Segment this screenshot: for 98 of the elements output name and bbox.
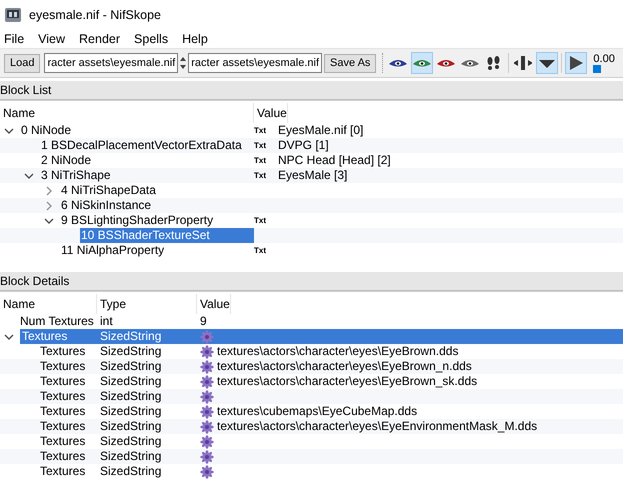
field-name: Textures bbox=[40, 344, 86, 359]
column-header[interactable]: Name bbox=[0, 294, 97, 314]
block-name[interactable]: 6 NiSkinInstance bbox=[60, 198, 154, 213]
block-name[interactable]: 11 NiAlphaProperty bbox=[60, 243, 168, 258]
field-value: textures\actors\character\eyes\EyeBrown_n.dds bbox=[217, 359, 472, 374]
field-value: textures\actors\character\eyes\EyeBrown_sk.dds bbox=[217, 374, 478, 389]
window-title: eyesmale.nif - NifSkope bbox=[29, 8, 162, 22]
chevron-down-icon[interactable] bbox=[4, 126, 14, 136]
menu-item[interactable]: Help bbox=[177, 32, 217, 46]
file-path-field[interactable]: racter assets\eyesmale.nif bbox=[188, 53, 322, 73]
column-header[interactable]: Value bbox=[197, 294, 231, 314]
field-type: SizedString bbox=[100, 344, 162, 358]
field-value: textures\actors\character\eyes\EyeEnvironmentMask_M.dds bbox=[217, 419, 538, 434]
slider-handle[interactable] bbox=[593, 65, 602, 73]
menu-item[interactable]: File bbox=[0, 32, 34, 46]
detail-row[interactable]: Textures SizedString bbox=[0, 449, 623, 464]
block-name[interactable]: 9 BSLightingShaderProperty bbox=[60, 213, 216, 228]
spin-arrows-icon[interactable] bbox=[180, 56, 186, 70]
detail-row[interactable]: Textures SizedString bbox=[0, 389, 623, 404]
flower-icon bbox=[200, 344, 214, 358]
field-type: SizedString bbox=[100, 359, 162, 373]
flower-icon bbox=[200, 404, 214, 418]
column-header[interactable]: Type bbox=[97, 294, 197, 314]
field-value: 9 bbox=[200, 314, 207, 329]
detail-row[interactable]: Textures SizedString textures\actors\character\eyes\EyeBrown_n.dds bbox=[0, 359, 623, 374]
chevron-down-icon[interactable] bbox=[4, 332, 14, 342]
panel-title: Block List bbox=[0, 83, 52, 97]
field-name: Textures bbox=[40, 359, 86, 374]
txt-tag: Txt bbox=[254, 123, 274, 138]
field-type: SizedString bbox=[100, 329, 162, 343]
block-value: DVPG [1] bbox=[278, 138, 329, 153]
field-name: Num Textures bbox=[20, 314, 94, 329]
time-value: 0.00 bbox=[593, 53, 615, 65]
detail-row[interactable]: Textures SizedString textures\actors\character\eyes\EyeBrown.dds bbox=[0, 344, 623, 359]
detail-row[interactable]: Textures SizedString bbox=[0, 434, 623, 449]
flower-icon bbox=[200, 434, 214, 448]
field-type: SizedString bbox=[100, 404, 162, 418]
menu-item[interactable]: Spells bbox=[129, 32, 178, 46]
block-name[interactable]: 10 BSShaderTextureSet bbox=[80, 228, 254, 243]
flower-icon bbox=[200, 464, 214, 478]
chevron-right-icon[interactable] bbox=[44, 200, 54, 210]
field-name: Textures bbox=[40, 449, 86, 464]
flower-icon bbox=[200, 390, 214, 404]
play-icon bbox=[567, 55, 586, 71]
app-icon bbox=[4, 6, 22, 24]
flower-icon bbox=[200, 374, 214, 388]
toolbar-button[interactable] bbox=[536, 52, 558, 74]
chevron-right-icon[interactable] bbox=[44, 186, 54, 196]
field-name: Textures bbox=[40, 389, 86, 404]
load-button[interactable]: Load bbox=[4, 54, 40, 72]
chevron-down-icon[interactable] bbox=[24, 170, 34, 180]
flower-icon bbox=[200, 420, 214, 434]
chevron-down-icon[interactable] bbox=[44, 216, 54, 226]
field-type: SizedString bbox=[100, 449, 162, 463]
detail-row[interactable]: Textures SizedString textures\actors\character\eyes\EyeEnvironmentMask_M.dds bbox=[0, 419, 623, 434]
block-name[interactable]: 2 NiNode bbox=[40, 153, 94, 168]
file-path-field[interactable]: racter assets\eyesmale.nif bbox=[44, 53, 178, 73]
field-type: int bbox=[100, 314, 113, 328]
field-value: textures\cubemaps\EyeCubeMap.dds bbox=[217, 404, 418, 419]
detail-row[interactable]: Textures SizedString textures\actors\character\eyes\EyeBrown_sk.dds bbox=[0, 374, 623, 389]
split-arrows-icon bbox=[514, 55, 532, 71]
field-type: SizedString bbox=[100, 419, 162, 433]
field-name: Textures bbox=[40, 434, 86, 449]
field-type: SizedString bbox=[100, 464, 162, 478]
detail-row[interactable]: Textures SizedString textures\cubemaps\EyeCubeMap.dds bbox=[0, 404, 623, 419]
block-name[interactable]: 4 NiTriShapeData bbox=[60, 183, 159, 198]
detail-row[interactable]: Num Textures int 9 bbox=[0, 314, 623, 329]
save-as-button[interactable]: Save As bbox=[324, 54, 376, 72]
field-name: Textures bbox=[40, 374, 86, 389]
field-type: SizedString bbox=[100, 389, 162, 403]
menu-item[interactable]: View bbox=[33, 32, 74, 46]
menu-item[interactable]: Render bbox=[74, 32, 130, 46]
flower-icon bbox=[200, 330, 214, 344]
column-header[interactable]: Value bbox=[254, 103, 288, 123]
field-type: SizedString bbox=[100, 374, 162, 388]
panel-title: Block Details bbox=[0, 274, 70, 288]
field-name: Textures bbox=[40, 419, 86, 434]
column-header[interactable]: Name bbox=[0, 103, 254, 123]
txt-tag: Txt bbox=[254, 243, 274, 258]
txt-tag: Txt bbox=[254, 213, 274, 228]
block-name[interactable]: 1 BSDecalPlacementVectorExtraData bbox=[40, 138, 245, 153]
flower-icon bbox=[200, 450, 214, 464]
txt-tag: Txt bbox=[254, 138, 274, 153]
block-name[interactable]: 0 NiNode bbox=[20, 123, 74, 138]
txt-tag: Txt bbox=[254, 153, 274, 168]
field-name: Textures bbox=[40, 464, 86, 479]
txt-tag: Txt bbox=[254, 168, 274, 183]
field-name: Textures bbox=[40, 404, 86, 419]
field-value: textures\actors\character\eyes\EyeBrown.dds bbox=[217, 344, 458, 359]
block-name[interactable]: 3 NiTriShape bbox=[40, 168, 114, 183]
block-value: NPC Head [Head] [2] bbox=[278, 153, 391, 168]
block-value: EyesMale [3] bbox=[278, 168, 348, 183]
flower-icon bbox=[200, 360, 214, 374]
field-name: Textures bbox=[20, 329, 97, 344]
block-value: EyesMale.nif [0] bbox=[278, 123, 364, 138]
detail-row[interactable]: Textures SizedString bbox=[0, 464, 623, 479]
toolbar-button[interactable] bbox=[565, 52, 588, 74]
field-type: SizedString bbox=[100, 434, 162, 448]
